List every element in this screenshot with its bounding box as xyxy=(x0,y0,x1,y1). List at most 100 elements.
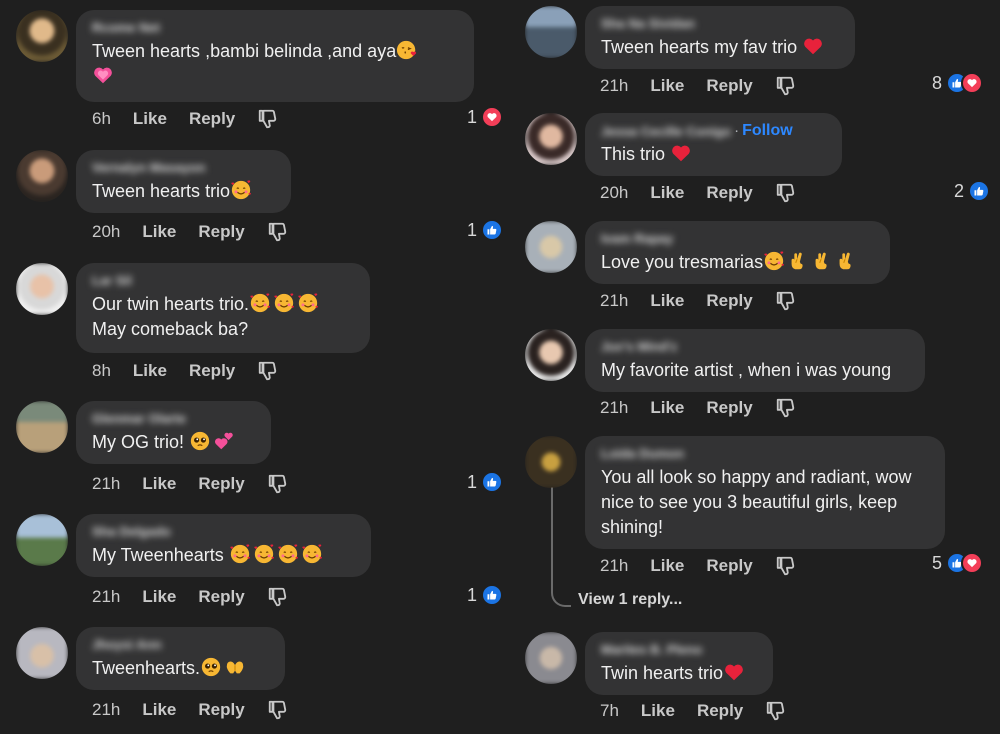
love-reaction-icon xyxy=(961,552,984,574)
reaction-summary[interactable]: 1 xyxy=(467,219,504,241)
smiling-face-with-hearts-emoji-icon xyxy=(277,543,299,565)
like-button[interactable]: Like xyxy=(142,587,176,607)
follow-button[interactable]: Follow xyxy=(742,123,793,139)
avatar[interactable] xyxy=(16,10,68,62)
comment-text: This trio xyxy=(601,142,826,167)
comment-bubble: Vernalyn Masayon Tween hearts trio xyxy=(76,150,291,213)
avatar[interactable] xyxy=(16,401,68,453)
dislike-icon[interactable] xyxy=(765,700,787,722)
like-button[interactable]: Like xyxy=(133,109,167,129)
pleading-face-emoji-icon xyxy=(200,656,222,678)
comment-actions: 21h Like Reply xyxy=(600,290,797,312)
avatar[interactable] xyxy=(525,113,577,165)
like-button[interactable]: Like xyxy=(133,361,167,381)
comment-author[interactable]: Juv's Mind'z xyxy=(601,339,909,355)
like-button[interactable]: Like xyxy=(142,222,176,242)
like-button[interactable]: Like xyxy=(142,474,176,494)
dislike-icon[interactable] xyxy=(267,699,289,721)
avatar[interactable] xyxy=(16,627,68,679)
avatar[interactable] xyxy=(525,436,577,488)
reply-button[interactable]: Reply xyxy=(198,700,244,720)
view-replies-link[interactable]: View 1 reply... xyxy=(578,591,682,609)
comment-author[interactable]: Jessa Cecille Conigo xyxy=(601,124,731,140)
reply-button[interactable]: Reply xyxy=(189,361,235,381)
comment-author[interactable]: Lar Sil xyxy=(92,273,354,289)
reply-button[interactable]: Reply xyxy=(189,109,235,129)
reaction-summary[interactable]: 1 xyxy=(467,471,504,493)
like-reaction-icon xyxy=(968,180,991,202)
heart-hands-emoji-icon xyxy=(224,656,246,678)
comment-time[interactable]: 20h xyxy=(92,222,120,242)
comment-time[interactable]: 21h xyxy=(600,76,628,96)
dislike-icon[interactable] xyxy=(775,182,797,204)
reaction-summary[interactable]: 8 xyxy=(932,72,984,94)
comment-time[interactable]: 21h xyxy=(92,700,120,720)
reaction-summary[interactable]: 5 xyxy=(932,552,984,574)
avatar[interactable] xyxy=(16,150,68,202)
reply-button[interactable]: Reply xyxy=(706,76,752,96)
comment-author[interactable]: Jhoysi Ann xyxy=(92,637,269,653)
comment-author[interactable]: Marites B. Pleno xyxy=(601,642,757,658)
smiling-face-with-hearts-emoji-icon xyxy=(301,543,323,565)
dislike-icon[interactable] xyxy=(775,397,797,419)
comment-author[interactable]: Loida Dumon xyxy=(601,446,929,462)
like-button[interactable]: Like xyxy=(142,700,176,720)
comment-author[interactable]: Vernalyn Masayon xyxy=(92,160,275,176)
like-button[interactable]: Like xyxy=(650,76,684,96)
comment-text: Our twin hearts trio. May comeback ba? xyxy=(92,292,354,342)
reply-button[interactable]: Reply xyxy=(198,222,244,242)
reaction-summary[interactable]: 1 xyxy=(467,106,504,128)
comment-time[interactable]: 6h xyxy=(92,109,111,129)
reaction-summary[interactable]: 1 xyxy=(467,584,504,606)
dislike-icon[interactable] xyxy=(775,75,797,97)
dislike-icon[interactable] xyxy=(257,360,279,382)
comment-author[interactable]: Glenmar Olarte xyxy=(92,411,255,427)
reply-button[interactable]: Reply xyxy=(198,474,244,494)
comment-time[interactable]: 21h xyxy=(600,398,628,418)
comment-time[interactable]: 8h xyxy=(92,361,111,381)
like-button[interactable]: Like xyxy=(650,183,684,203)
reply-button[interactable]: Reply xyxy=(697,701,743,721)
reply-button[interactable]: Reply xyxy=(706,291,752,311)
dislike-icon[interactable] xyxy=(775,290,797,312)
comment-bubble: Glenmar Olarte My OG trio! xyxy=(76,401,271,464)
comment-author[interactable]: Ivam Rapay xyxy=(601,231,874,247)
dislike-icon[interactable] xyxy=(257,108,279,130)
comment-time[interactable]: 21h xyxy=(600,556,628,576)
avatar[interactable] xyxy=(525,329,577,381)
dislike-icon[interactable] xyxy=(267,473,289,495)
comment-text: Tween hearts my fav trio xyxy=(601,35,839,60)
dislike-icon[interactable] xyxy=(267,221,289,243)
avatar[interactable] xyxy=(525,632,577,684)
avatar[interactable] xyxy=(16,263,68,315)
reaction-summary[interactable]: 2 xyxy=(954,180,991,202)
comment-author[interactable]: Rcome Net xyxy=(92,20,458,36)
reply-button[interactable]: Reply xyxy=(706,183,752,203)
dislike-icon[interactable] xyxy=(775,555,797,577)
comment-time[interactable]: 21h xyxy=(92,474,120,494)
comment-text: My OG trio! xyxy=(92,430,255,455)
comment-time[interactable]: 7h xyxy=(600,701,619,721)
comment-time[interactable]: 21h xyxy=(600,291,628,311)
smiling-face-with-hearts-emoji-icon xyxy=(229,543,251,565)
crossed-fingers-emoji-icon xyxy=(787,250,809,272)
comment-author[interactable]: Sha Delgado xyxy=(92,524,355,540)
comment-bubble: Sha Na Sividan Tween hearts my fav trio xyxy=(585,6,855,69)
like-button[interactable]: Like xyxy=(650,291,684,311)
like-button[interactable]: Like xyxy=(641,701,675,721)
reply-button[interactable]: Reply xyxy=(706,398,752,418)
comment-time[interactable]: 21h xyxy=(92,587,120,607)
avatar[interactable] xyxy=(16,514,68,566)
comment-actions: 7h Like Reply xyxy=(600,700,787,722)
smiling-face-with-hearts-emoji-icon xyxy=(230,179,252,201)
reply-button[interactable]: Reply xyxy=(706,556,752,576)
avatar[interactable] xyxy=(525,221,577,273)
avatar[interactable] xyxy=(525,6,577,58)
dislike-icon[interactable] xyxy=(267,586,289,608)
comment-author[interactable]: Sha Na Sividan xyxy=(601,16,839,32)
smiling-face-with-hearts-emoji-icon xyxy=(253,543,275,565)
like-button[interactable]: Like xyxy=(650,556,684,576)
reply-button[interactable]: Reply xyxy=(198,587,244,607)
comment-time[interactable]: 20h xyxy=(600,183,628,203)
like-button[interactable]: Like xyxy=(650,398,684,418)
